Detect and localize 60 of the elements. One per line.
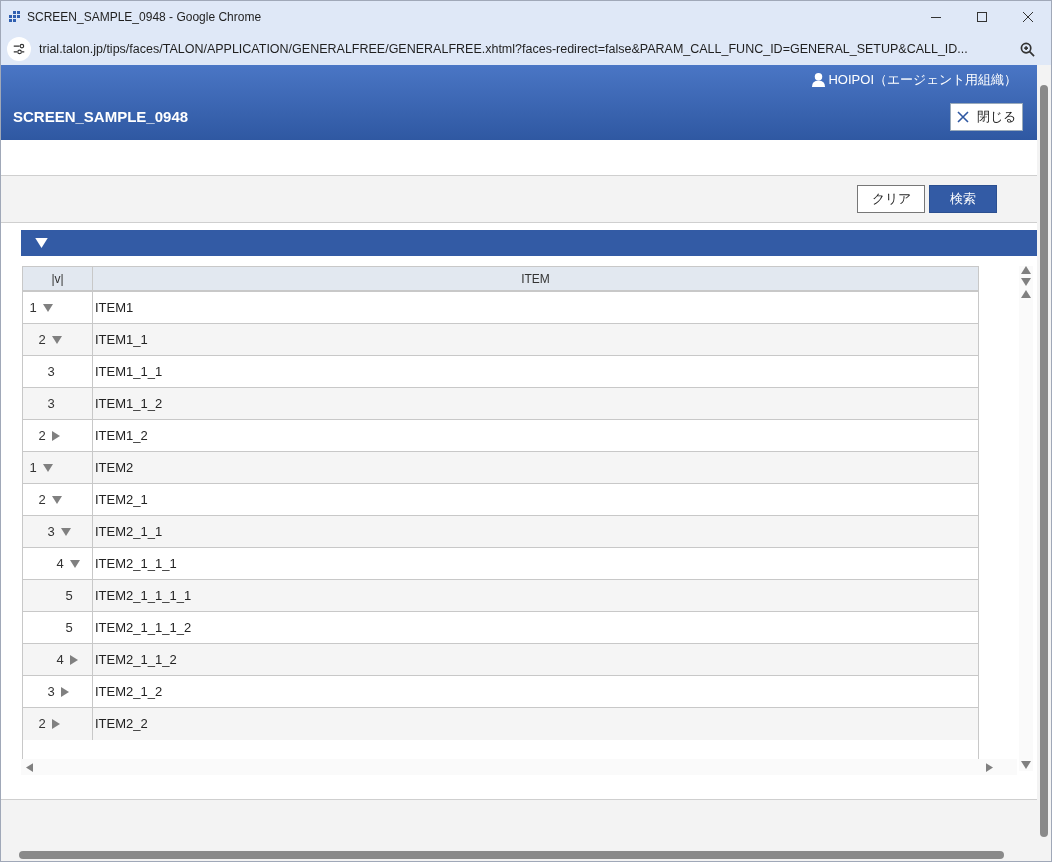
scroll-bottom-icon[interactable] bbox=[1021, 761, 1031, 769]
level-number: 5 bbox=[65, 586, 73, 605]
expand-toggle-icon[interactable] bbox=[52, 430, 60, 441]
expand-toggle-icon[interactable] bbox=[70, 654, 78, 665]
column-header: |v| bbox=[23, 267, 93, 290]
table-cell-text: ITEM2_1_1 bbox=[94, 522, 164, 541]
horizontal-scrollbar[interactable] bbox=[19, 851, 1004, 859]
site-settings-icon[interactable] bbox=[7, 37, 31, 61]
scroll-down-icon[interactable] bbox=[1021, 278, 1031, 286]
level-number: 3 bbox=[47, 394, 55, 413]
table-cell-text: ITEM2_1_1_1 bbox=[94, 554, 178, 573]
table-cell-text: ITEM1_1_2 bbox=[94, 394, 164, 413]
user-icon bbox=[811, 71, 827, 88]
scroll-up-icon[interactable] bbox=[1021, 290, 1031, 298]
expand-toggle-icon[interactable] bbox=[61, 527, 71, 536]
column-header: ITEM bbox=[520, 270, 551, 288]
level-number: 2 bbox=[38, 490, 46, 509]
expand-toggle-icon[interactable] bbox=[43, 303, 53, 312]
zoom-icon[interactable] bbox=[1020, 41, 1035, 57]
expand-toggle-icon[interactable] bbox=[43, 463, 53, 472]
expand-toggle-icon[interactable] bbox=[52, 719, 60, 729]
search-button[interactable]: 検索 bbox=[929, 185, 997, 213]
close-button[interactable]: 閉じる bbox=[950, 103, 1023, 131]
table-cell-text: ITEM2_2 bbox=[94, 715, 149, 734]
table-cell-text: ITEM2 bbox=[94, 458, 135, 477]
table-cell-text: ITEM2_1_1_2 bbox=[94, 650, 178, 669]
expand-toggle-icon[interactable] bbox=[70, 559, 80, 568]
scroll-right-icon[interactable] bbox=[986, 762, 993, 772]
level-number: 2 bbox=[38, 426, 46, 445]
table-cell-text: ITEM2_1_2 bbox=[94, 682, 164, 701]
expand-toggle-icon[interactable] bbox=[52, 495, 62, 504]
vertical-scrollbar[interactable] bbox=[1040, 85, 1048, 837]
window-title: SCREEN_SAMPLE_0948 - Google Chrome bbox=[27, 9, 262, 26]
table-cell-text: ITEM2_1_1_1_2 bbox=[94, 618, 193, 637]
level-number: 2 bbox=[38, 715, 46, 734]
table-cell-text: ITEM1_1_1 bbox=[94, 362, 164, 381]
level-number: 3 bbox=[47, 682, 55, 701]
app-logo-icon bbox=[7, 9, 23, 25]
user-name: HOIPOI（エージェント用組織） bbox=[828, 70, 1017, 89]
clear-button[interactable]: クリア bbox=[857, 185, 925, 213]
scroll-left-icon[interactable] bbox=[26, 762, 33, 772]
level-number: 3 bbox=[47, 522, 55, 541]
expand-toggle-icon[interactable] bbox=[52, 335, 62, 344]
level-number: 5 bbox=[65, 618, 73, 637]
table-cell-text: ITEM2_1_1_1_1 bbox=[94, 586, 193, 605]
scroll-top-icon[interactable] bbox=[1021, 266, 1031, 274]
table-cell-text: ITEM1_2 bbox=[94, 426, 149, 445]
close-icon bbox=[957, 111, 969, 123]
expand-toggle-icon[interactable] bbox=[61, 686, 69, 697]
level-number: 4 bbox=[56, 650, 64, 669]
table-cell-text: ITEM2_1 bbox=[94, 490, 149, 509]
table-cell-text: ITEM1 bbox=[94, 298, 135, 317]
level-number: 1 bbox=[29, 298, 37, 317]
collapse-icon[interactable] bbox=[35, 238, 48, 248]
level-number: 2 bbox=[38, 330, 46, 349]
screen-title: SCREEN_SAMPLE_0948 bbox=[13, 106, 189, 127]
level-number: 3 bbox=[47, 362, 55, 381]
table-cell-text: ITEM1_1 bbox=[94, 330, 149, 349]
level-number: 1 bbox=[29, 458, 37, 477]
level-number: 4 bbox=[56, 554, 64, 573]
